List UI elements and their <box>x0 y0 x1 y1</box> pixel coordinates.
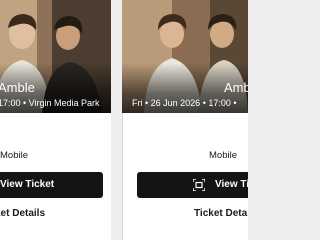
view-ticket-button[interactable]: View Ticket <box>0 172 103 198</box>
view-ticket-label: View Ticket <box>0 179 55 190</box>
delivery-method: Mobile <box>0 150 28 161</box>
event-image: Amble 17:00 • Virgin Media Park <box>0 0 111 113</box>
event-date-venue: 17:00 • Virgin Media Park <box>0 98 100 108</box>
ticket-scan-icon <box>193 179 205 191</box>
event-image: Amble Fri • 26 Jun 2026 • 17:00 • <box>122 0 248 113</box>
view-ticket-label: View Ti <box>215 179 248 190</box>
event-title: Amble <box>224 80 248 95</box>
event-date-venue: Fri • 26 Jun 2026 • 17:00 • <box>132 98 237 108</box>
event-title: Amble <box>0 80 35 95</box>
ticket-details-link[interactable]: ket Details <box>0 208 45 219</box>
ticket-details-link[interactable]: Ticket Deta <box>194 208 247 219</box>
delivery-method: Mobile <box>209 150 237 161</box>
view-ticket-button[interactable]: View Ti <box>137 172 248 198</box>
event-ticket-card[interactable]: Amble Fri • 26 Jun 2026 • 17:00 • Mobile… <box>122 0 248 240</box>
event-ticket-card[interactable]: Amble 17:00 • Virgin Media Park Mobile V… <box>0 0 111 240</box>
